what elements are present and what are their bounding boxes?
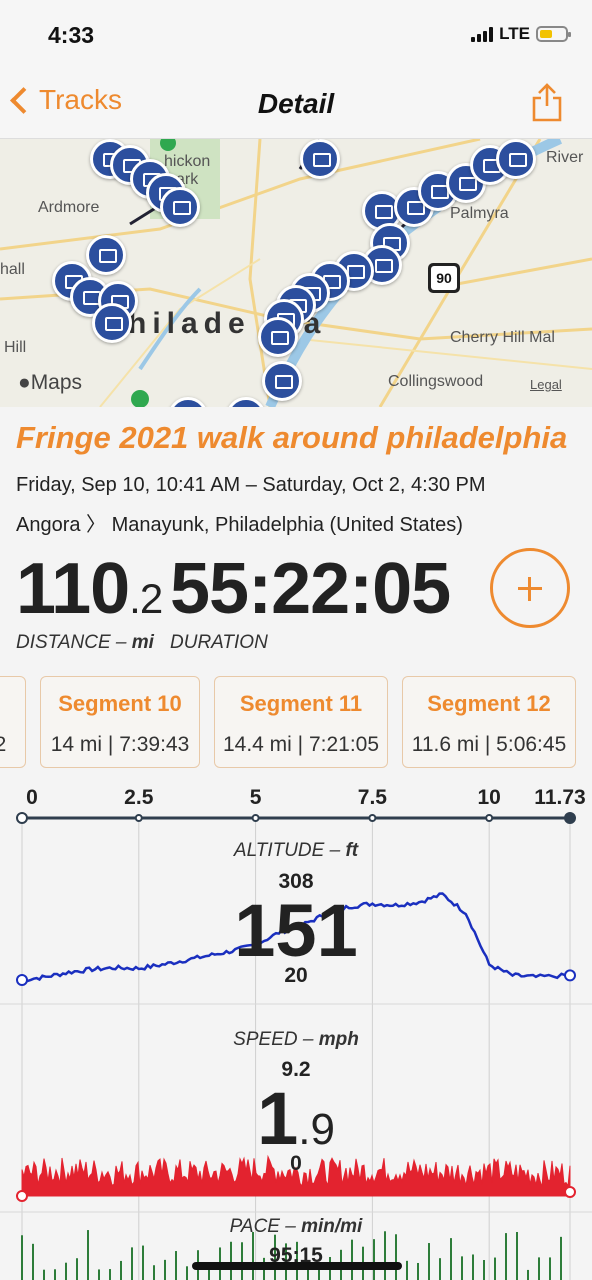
axis-tick xyxy=(16,812,28,824)
speed-end-point xyxy=(564,1186,576,1198)
altitude-title: ALTITUDE – ft xyxy=(233,840,359,861)
altitude-current: 151 xyxy=(234,889,358,972)
speed-current: 1.9 xyxy=(257,1077,335,1160)
axis-tick xyxy=(251,814,260,822)
pace-title: PACE – min/mi xyxy=(229,1216,363,1237)
axis-tick xyxy=(564,812,576,824)
home-indicator[interactable] xyxy=(192,1262,402,1270)
axis-tick xyxy=(368,814,377,822)
speed-min: 0 xyxy=(290,1152,302,1175)
speed-start-point xyxy=(16,1190,28,1202)
speed-title: SPEED – mph xyxy=(233,1029,359,1050)
axis-tick xyxy=(134,814,143,822)
axis-tick xyxy=(485,814,494,822)
altitude-min: 20 xyxy=(284,964,308,987)
